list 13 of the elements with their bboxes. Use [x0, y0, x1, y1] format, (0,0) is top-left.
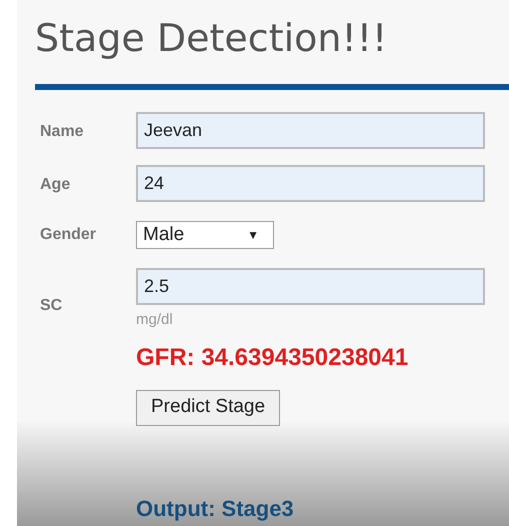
page-title: Stage Detection!!!: [35, 15, 388, 62]
output-text: Output: Stage3: [136, 494, 295, 523]
input-field[interactable]: 2.5: [136, 268, 485, 305]
predict-button[interactable]: Predict Stage: [136, 390, 280, 426]
field-label: SC: [40, 296, 64, 316]
field-label: Name: [40, 122, 85, 142]
field-label: Age: [40, 175, 72, 195]
input-field[interactable]: 24: [136, 165, 485, 202]
input-field[interactable]: Jeevan: [136, 112, 485, 149]
field-label: Gender: [40, 225, 98, 245]
unit-label: mg/dl: [136, 310, 174, 330]
gfr-result: GFR: 34.6394350238041: [136, 342, 410, 372]
gender-select[interactable]: Male ▼: [136, 221, 274, 249]
